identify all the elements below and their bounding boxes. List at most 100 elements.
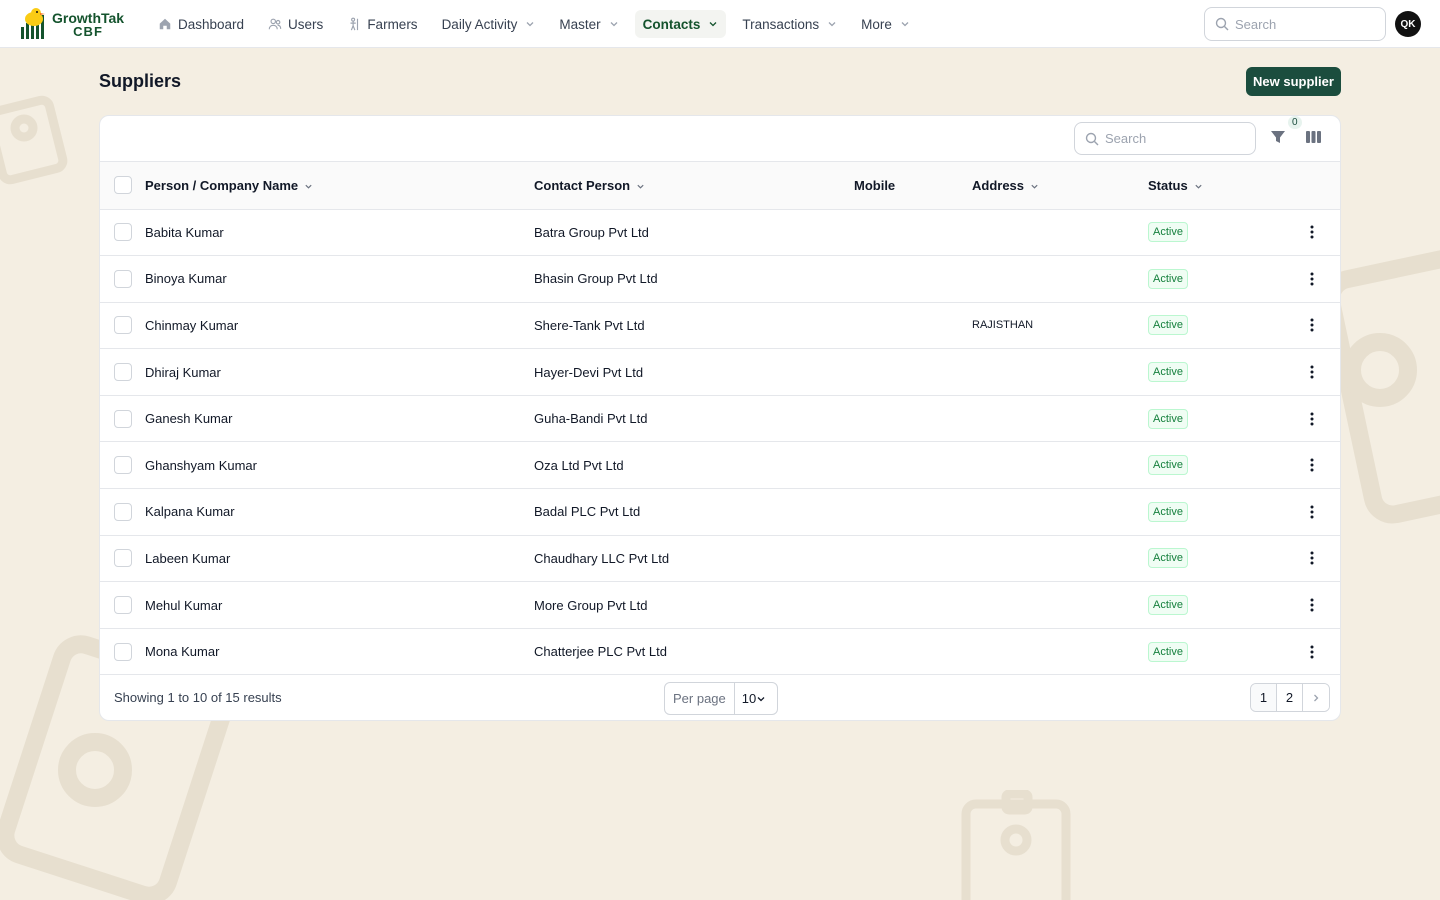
table-row[interactable]: Kalpana Kumar Badal PLC Pvt Ltd Active [100, 489, 1340, 536]
brand-logo[interactable]: GrowthTak CBF [20, 7, 124, 42]
cell-mobile [854, 489, 972, 536]
nav-more[interactable]: More [853, 10, 918, 38]
more-vertical-icon[interactable] [1310, 645, 1314, 659]
column-header-status[interactable]: Status [1148, 162, 1260, 210]
page-title: Suppliers [99, 71, 182, 91]
more-vertical-icon[interactable] [1310, 551, 1314, 565]
nav-dashboard[interactable]: Dashboard [150, 10, 252, 38]
nav-farmers[interactable]: Farmers [339, 10, 425, 38]
user-avatar[interactable]: QK [1395, 11, 1421, 37]
chevron-down-icon [828, 22, 836, 27]
row-checkbox[interactable] [114, 502, 132, 521]
cell-contact: Chaudhary LLC Pvt Ltd [534, 550, 670, 566]
global-search-input[interactable] [1235, 16, 1375, 32]
row-checkbox[interactable] [114, 363, 132, 382]
suppliers-table-card: 0 Person / Company Name Contact Person M… [99, 115, 1341, 721]
table-row[interactable]: Binoya Kumar Bhasin Group Pvt Ltd Active [100, 256, 1340, 303]
per-page-value: 10 [741, 691, 757, 706]
more-vertical-icon[interactable] [1310, 505, 1314, 519]
status-badge: Active [1148, 408, 1188, 429]
cell-address [972, 442, 1148, 489]
column-header-address[interactable]: Address [972, 162, 1148, 210]
nav-master[interactable]: Master [551, 10, 626, 38]
search-icon [1085, 132, 1099, 145]
table-row[interactable]: Ganesh Kumar Guha-Bandi Pvt Ltd Active [100, 395, 1340, 442]
column-header-mobile: Mobile [854, 162, 972, 210]
cell-name: Mona Kumar [145, 644, 220, 660]
row-checkbox[interactable] [114, 642, 132, 661]
background-badge-decoration [0, 90, 70, 190]
table-row[interactable]: Ghanshyam Kumar Oza Ltd Pvt Ltd Active [100, 442, 1340, 489]
table-toolbar: 0 [100, 116, 1340, 162]
more-vertical-icon[interactable] [1310, 458, 1314, 472]
more-vertical-icon[interactable] [1310, 412, 1314, 426]
nav-users-label: Users [288, 16, 324, 32]
filter-icon[interactable] [1270, 129, 1286, 145]
cell-name: Babita Kumar [145, 224, 224, 240]
column-header-name[interactable]: Person / Company Name [145, 162, 534, 210]
cell-name: Ghanshyam Kumar [145, 457, 257, 473]
table-row[interactable]: Mehul Kumar More Group Pvt Ltd Active [100, 582, 1340, 629]
cell-mobile [854, 349, 972, 396]
select-all-checkbox[interactable] [114, 176, 132, 195]
page-button-2[interactable]: 2 [1277, 684, 1303, 711]
per-page-dropdown[interactable]: 10 [735, 691, 766, 706]
column-header-contact[interactable]: Contact Person [534, 162, 854, 210]
nav-users[interactable]: Users [260, 10, 331, 38]
more-vertical-icon[interactable] [1310, 225, 1314, 239]
row-checkbox[interactable] [114, 456, 132, 475]
status-badge: Active [1148, 455, 1188, 476]
table-footer: Showing 1 to 10 of 15 results Per page 1… [100, 675, 1340, 720]
results-summary: Showing 1 to 10 of 15 results [114, 690, 282, 705]
chevron-right-icon [1314, 694, 1319, 701]
row-checkbox[interactable] [114, 269, 132, 288]
nav-farmers-label: Farmers [367, 16, 418, 32]
columns-icon[interactable] [1306, 131, 1321, 143]
more-vertical-icon[interactable] [1310, 598, 1314, 612]
cell-name: Dhiraj Kumar [145, 364, 221, 380]
more-vertical-icon[interactable] [1310, 365, 1314, 379]
nav-dashboard-label: Dashboard [178, 16, 245, 32]
cell-contact: Guha-Bandi Pvt Ltd [534, 411, 648, 427]
cell-contact: Badal PLC Pvt Ltd [534, 504, 641, 520]
status-badge: Active [1148, 501, 1188, 522]
suppliers-table: Person / Company Name Contact Person Mob… [100, 162, 1340, 675]
cell-mobile [854, 302, 972, 349]
row-checkbox[interactable] [114, 316, 132, 335]
row-checkbox[interactable] [114, 549, 132, 568]
cell-contact: Shere-Tank Pvt Ltd [534, 317, 645, 333]
cell-address [972, 582, 1148, 629]
more-vertical-icon[interactable] [1310, 318, 1314, 332]
table-row[interactable]: Labeen Kumar Chaudhary LLC Pvt Ltd Active [100, 535, 1340, 582]
row-checkbox[interactable] [114, 409, 132, 428]
page-button-1[interactable]: 1 [1251, 684, 1277, 711]
nav-daily-activity[interactable]: Daily Activity [434, 10, 544, 38]
chevron-down-icon [709, 22, 717, 27]
chevron-down-icon [757, 696, 765, 701]
status-badge: Active [1148, 595, 1188, 616]
table-row[interactable]: Chinmay Kumar Shere-Tank Pvt Ltd RAJISTHAN… [100, 302, 1340, 349]
background-badge-decoration [1330, 240, 1440, 540]
more-vertical-icon[interactable] [1310, 272, 1314, 286]
nav-transactions[interactable]: Transactions [734, 10, 845, 38]
table-row[interactable]: Mona Kumar Chatterjee PLC Pvt Ltd Active [100, 628, 1340, 675]
cell-address [972, 209, 1148, 256]
status-badge: Active [1148, 268, 1188, 289]
filter-count-badge: 0 [1288, 116, 1302, 129]
cell-address [972, 489, 1148, 536]
per-page-label: Per page [665, 683, 735, 714]
new-supplier-button[interactable]: New supplier [1246, 67, 1341, 96]
table-row[interactable]: Babita Kumar Batra Group Pvt Ltd Active [100, 209, 1340, 256]
cell-contact: More Group Pvt Ltd [534, 597, 648, 613]
status-badge: Active [1148, 315, 1188, 336]
table-search-input[interactable] [1105, 131, 1245, 146]
cell-mobile [854, 442, 972, 489]
row-checkbox[interactable] [114, 223, 132, 242]
next-page-button[interactable] [1303, 684, 1329, 711]
nav-contacts[interactable]: Contacts [634, 10, 727, 38]
cell-name: Kalpana Kumar [145, 504, 235, 520]
table-row[interactable]: Dhiraj Kumar Hayer-Devi Pvt Ltd Active [100, 349, 1340, 396]
cell-address: RAJISTHAN [972, 319, 1034, 332]
pagination: 1 2 [1250, 683, 1330, 712]
row-checkbox[interactable] [114, 596, 132, 615]
